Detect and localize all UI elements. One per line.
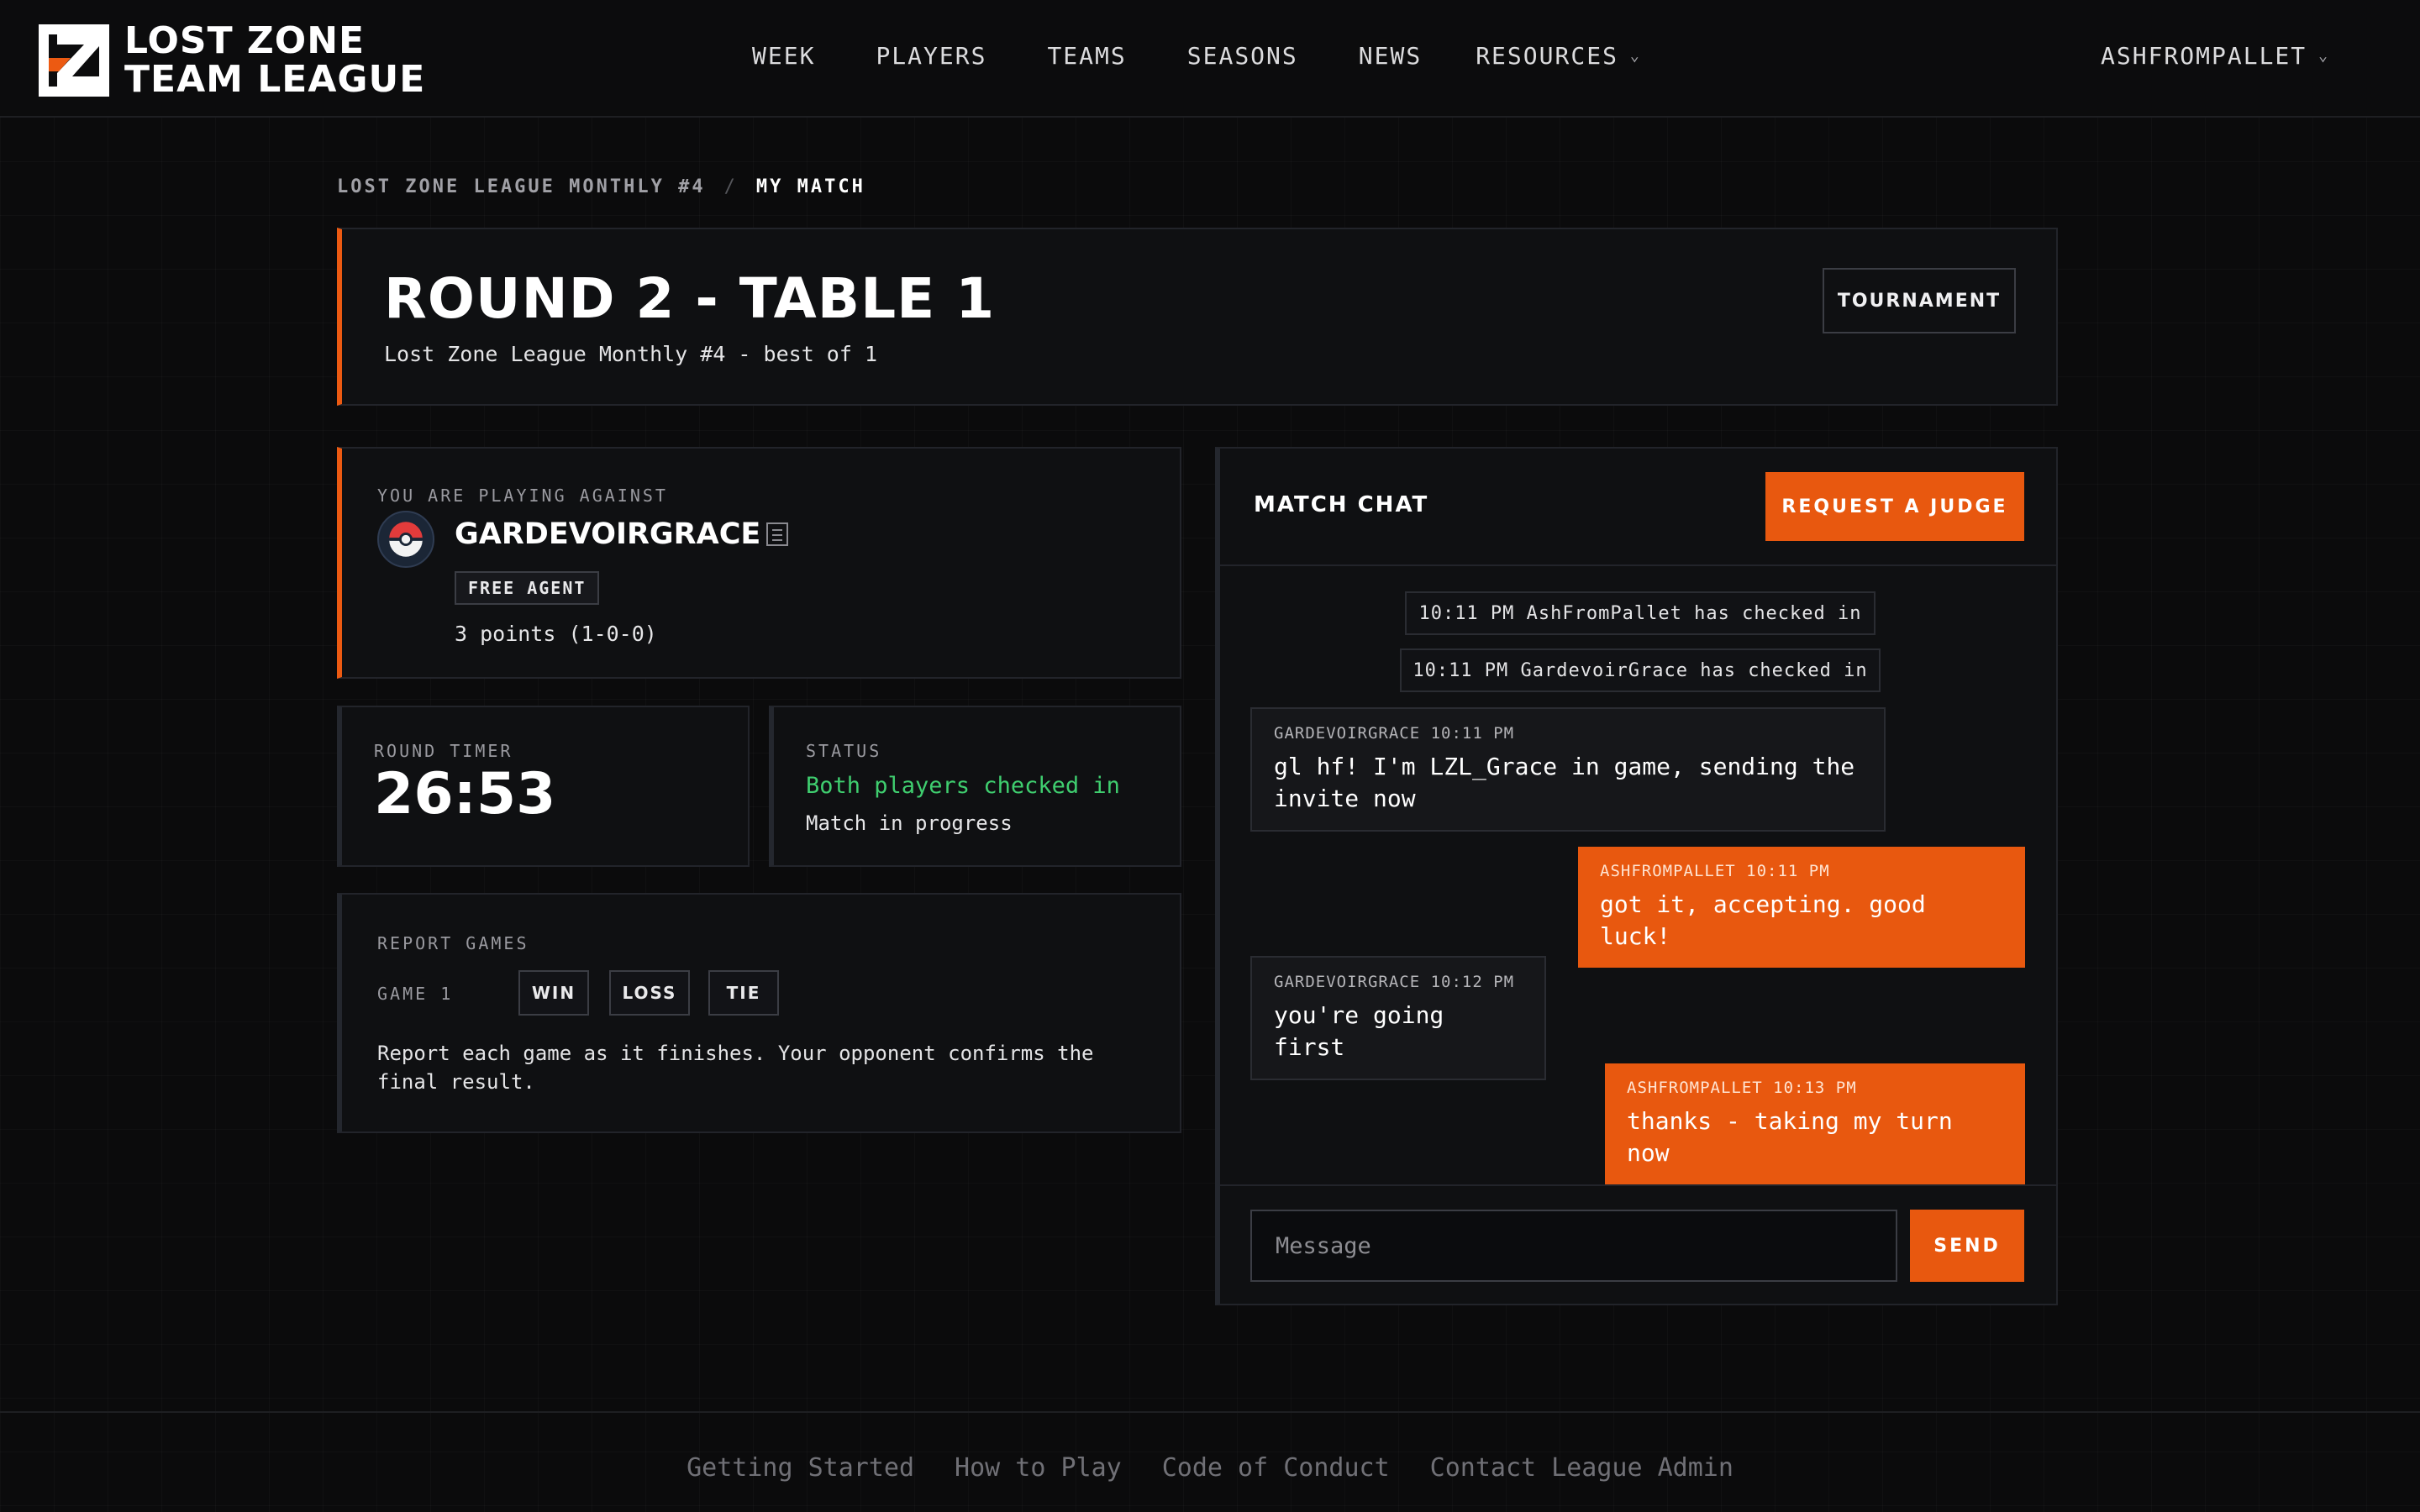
opponent-label: YOU ARE PLAYING AGAINST bbox=[377, 486, 668, 506]
breadcrumb: LOST ZONE LEAGUE MONTHLY #4 / MY MATCH bbox=[337, 176, 865, 197]
message-text: you're going first bbox=[1274, 1001, 1444, 1061]
chat-title: MATCH CHAT bbox=[1254, 492, 1429, 517]
status-primary: Both players checked in bbox=[806, 773, 1120, 799]
status-secondary: Match in progress bbox=[806, 811, 1013, 835]
chat-message-incoming: GARDEVOIRGRACE 10:11 PM gl hf! I'm LZL_G… bbox=[1250, 707, 1886, 832]
brand-line-2: TEAM LEAGUE bbox=[124, 58, 426, 101]
nav-week[interactable]: WEEK bbox=[752, 42, 815, 70]
top-nav: LOST ZONE TEAM LEAGUE WEEK PLAYERS TEAMS… bbox=[0, 0, 2420, 118]
chat-composer: Message SEND bbox=[1220, 1184, 2056, 1305]
user-name: ASHFROMPALLET bbox=[2101, 42, 2307, 70]
footer-code-of-conduct[interactable]: Code of Conduct bbox=[1162, 1453, 1390, 1483]
game-1-label: GAME 1 bbox=[377, 984, 454, 1004]
pokeball-avatar-icon bbox=[377, 511, 434, 568]
report-games-card: REPORT GAMES GAME 1 WIN LOSS TIE Report … bbox=[337, 893, 1181, 1133]
chat-message-outgoing: ASHFROMPALLET 10:13 PM thanks - taking m… bbox=[1605, 1063, 2025, 1184]
user-menu[interactable]: ASHFROMPALLET ⌄ bbox=[2101, 42, 2329, 70]
nav-teams[interactable]: TEAMS bbox=[1047, 42, 1126, 70]
page-subtitle: Lost Zone League Monthly #4 - best of 1 bbox=[384, 342, 877, 366]
page-title: ROUND 2 - TABLE 1 bbox=[384, 266, 996, 331]
nav-resources-label: RESOURCES bbox=[1476, 42, 1618, 70]
brand-line-1: LOST ZONE bbox=[124, 19, 366, 62]
breadcrumb-parent[interactable]: LOST ZONE LEAGUE MONTHLY #4 bbox=[337, 176, 706, 197]
match-header: ROUND 2 - TABLE 1 Lost Zone League Month… bbox=[337, 228, 2058, 406]
tie-button[interactable]: TIE bbox=[708, 970, 779, 1016]
system-message: 10:11 PM GardevoirGrace has checked in bbox=[1400, 648, 1881, 692]
message-meta: ASHFROMPALLET 10:11 PM bbox=[1600, 862, 1830, 880]
message-text: got it, accepting. good luck! bbox=[1600, 890, 1926, 950]
opponent-card: YOU ARE PLAYING AGAINST GARDEVOIRGRACE F… bbox=[337, 447, 1181, 679]
send-button[interactable]: SEND bbox=[1910, 1210, 2024, 1282]
footer-getting-started[interactable]: Getting Started bbox=[687, 1453, 914, 1483]
message-meta: ASHFROMPALLET 10:13 PM bbox=[1627, 1079, 1857, 1097]
round-timer-card: ROUND TIMER 26:53 bbox=[337, 706, 750, 867]
breadcrumb-separator: / bbox=[723, 176, 738, 197]
system-message: 10:11 PM AshFromPallet has checked in bbox=[1405, 591, 1876, 635]
message-meta: GARDEVOIRGRACE 10:12 PM bbox=[1274, 973, 1515, 991]
nav-news[interactable]: NEWS bbox=[1359, 42, 1422, 70]
nav-resources-dropdown[interactable]: RESOURCES ⌄ bbox=[1476, 42, 1641, 70]
brand-logo[interactable]: LOST ZONE TEAM LEAGUE bbox=[39, 22, 425, 99]
nav-seasons[interactable]: SEASONS bbox=[1187, 42, 1298, 70]
report-games-label: REPORT GAMES bbox=[377, 933, 529, 953]
chat-header: MATCH CHAT REQUEST A JUDGE bbox=[1220, 449, 2056, 566]
decklist-icon[interactable] bbox=[766, 522, 788, 546]
match-chat-panel: MATCH CHAT REQUEST A JUDGE 10:11 PM AshF… bbox=[1215, 447, 2058, 1305]
footer-how-to-play[interactable]: How to Play bbox=[955, 1453, 1122, 1483]
status-card: STATUS Both players checked in Match in … bbox=[769, 706, 1181, 867]
message-text: gl hf! I'm LZL_Grace in game, sending th… bbox=[1274, 753, 1855, 812]
report-instructions: Report each game as it finishes. Your op… bbox=[377, 1042, 1094, 1094]
free-agent-badge: FREE AGENT bbox=[455, 571, 600, 605]
opponent-points: 3 points (1-0-0) bbox=[455, 622, 657, 646]
message-input[interactable]: Message bbox=[1250, 1210, 1897, 1282]
chevron-down-icon: ⌄ bbox=[1629, 47, 1641, 65]
chat-message-incoming: GARDEVOIRGRACE 10:12 PM you're going fir… bbox=[1250, 956, 1546, 1080]
footer-links: Getting Started How to Play Code of Cond… bbox=[0, 1453, 2420, 1483]
nav-links: WEEK PLAYERS TEAMS SEASONS NEWS RESOURCE… bbox=[752, 42, 1641, 70]
request-judge-button[interactable]: REQUEST A JUDGE bbox=[1765, 472, 2024, 541]
loss-button[interactable]: LOSS bbox=[609, 970, 690, 1016]
message-text: thanks - taking my turn now bbox=[1627, 1107, 1953, 1167]
status-label: STATUS bbox=[806, 741, 882, 761]
opponent-name[interactable]: GARDEVOIRGRACE bbox=[455, 517, 760, 551]
nav-players[interactable]: PLAYERS bbox=[876, 42, 986, 70]
footer: Getting Started How to Play Code of Cond… bbox=[0, 1411, 2420, 1512]
breadcrumb-current: MY MATCH bbox=[755, 176, 865, 197]
round-timer-label: ROUND TIMER bbox=[374, 741, 513, 761]
win-button[interactable]: WIN bbox=[518, 970, 589, 1016]
round-timer-value: 26:53 bbox=[374, 761, 556, 827]
chat-message-outgoing: ASHFROMPALLET 10:11 PM got it, accepting… bbox=[1578, 847, 2025, 968]
message-meta: GARDEVOIRGRACE 10:11 PM bbox=[1274, 724, 1515, 743]
lzl-logo-icon bbox=[39, 24, 109, 97]
tournament-button[interactable]: TOURNAMENT bbox=[1823, 268, 2016, 333]
chevron-down-icon: ⌄ bbox=[2318, 47, 2329, 65]
footer-contact-admin[interactable]: Contact League Admin bbox=[1430, 1453, 1733, 1483]
